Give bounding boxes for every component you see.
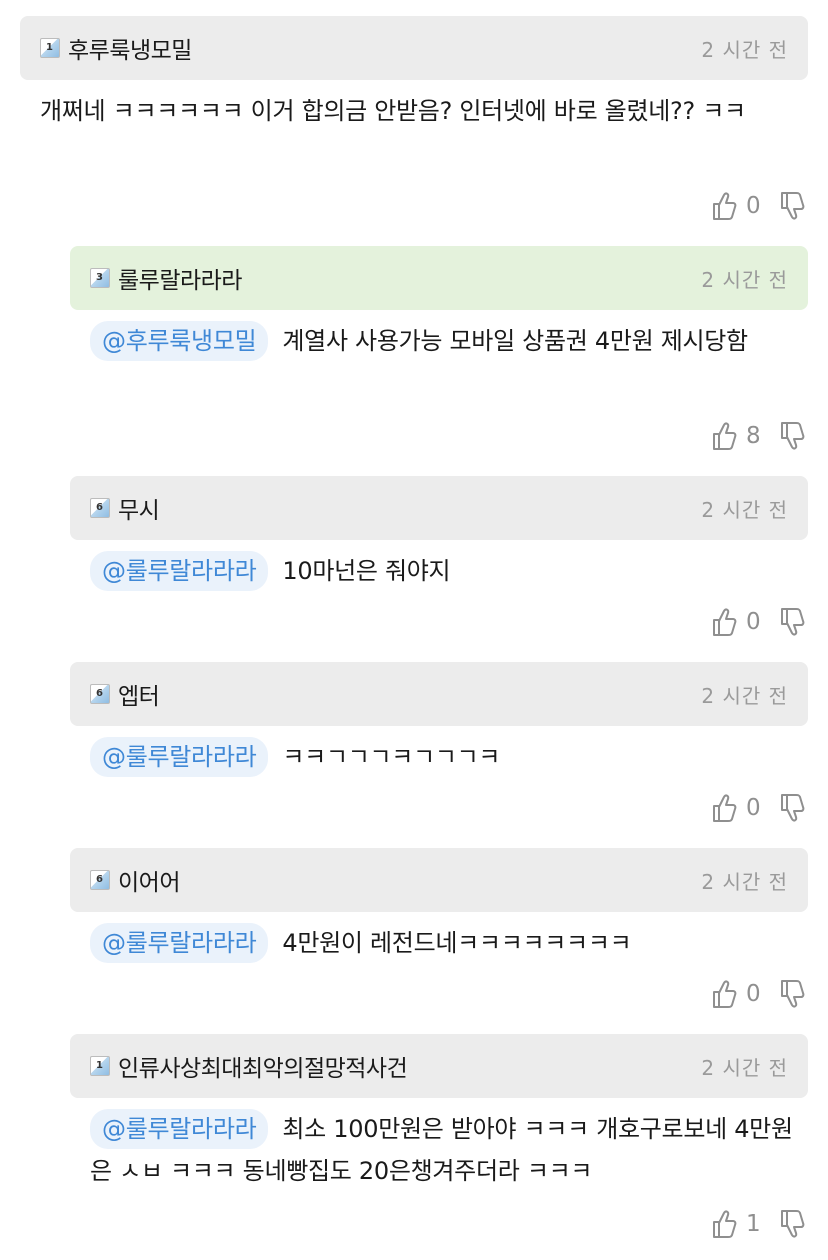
timestamp: 2 시간 전 [701,683,788,708]
timestamp: 2 시간 전 [701,497,788,522]
thumbs-up-icon[interactable] [710,978,738,1010]
timestamp: 2 시간 전 [701,37,788,62]
reply-body: 10마넌은 줘야지 [282,557,451,585]
mention-tag[interactable]: @룰루랄라라라 [90,923,269,963]
reply-text: @후루룩냉모밀 계열사 사용가능 모바일 상품권 4만원 제시당함 [90,320,800,362]
like-count: 0 [746,981,761,1007]
reply-text: @룰루랄라라라 ㅋㅋㄱㄱㄱㅋㄱㄱㄱㅋ [90,736,800,778]
mention-tag[interactable]: @룰루랄라라라 [90,551,269,591]
thumbs-up-icon[interactable] [710,1208,738,1240]
mention-tag[interactable]: @룰루랄라라라 [90,1109,269,1149]
reply-header: 3 룰루랄라라라 2 시간 전 [70,246,808,310]
reply-body: ㅋㅋㄱㄱㄱㅋㄱㄱㄱㅋ [282,743,501,771]
level-badge-icon: 6 [90,498,110,518]
reply-text: @룰루랄라라라 10마넌은 줘야지 [90,550,800,592]
thumbs-up-icon[interactable] [710,420,738,452]
reply-body: 4만원이 레전드네ㅋㅋㅋㅋㅋㅋㅋㅋ [282,929,632,957]
level-badge-icon: 6 [90,684,110,704]
like-count: 1 [746,1211,761,1237]
vote-bar: 0 [710,606,806,638]
like-count: 0 [746,609,761,635]
mention-tag[interactable]: @룰루랄라라라 [90,737,269,777]
thumbs-down-icon[interactable] [778,420,806,452]
thumbs-down-icon[interactable] [778,190,806,222]
level-badge-icon: 3 [90,268,110,288]
comment-header: 1 후루룩냉모밀 2 시간 전 [20,16,808,80]
username[interactable]: 엡터 [118,677,160,711]
vote-bar: 0 [710,978,806,1010]
level-badge-icon: 1 [90,1056,110,1076]
thumbs-down-icon[interactable] [778,1208,806,1240]
vote-bar: 1 [710,1208,806,1240]
like-count: 8 [746,423,761,449]
username[interactable]: 후루룩냉모밀 [68,31,192,65]
thumbs-up-icon[interactable] [710,190,738,222]
vote-bar: 0 [710,792,806,824]
vote-bar: 8 [710,420,806,452]
username[interactable]: 무시 [118,491,160,525]
thumbs-down-icon[interactable] [778,978,806,1010]
reply-header: 6 엡터 2 시간 전 [70,662,808,726]
thumbs-down-icon[interactable] [778,792,806,824]
timestamp: 2 시간 전 [701,1055,788,1080]
vote-bar: 0 [710,190,806,222]
thumbs-down-icon[interactable] [778,606,806,638]
reply-text: @룰루랄라라라 4만원이 레전드네ㅋㅋㅋㅋㅋㅋㅋㅋ [90,922,800,964]
timestamp: 2 시간 전 [701,869,788,894]
comment-text: 개쩌네 ㅋㅋㅋㅋㅋㅋ 이거 합의금 안받음? 인터넷에 바로 올렸네?? ㅋㅋ [40,97,746,125]
timestamp: 2 시간 전 [701,267,788,292]
level-badge-icon: 1 [40,38,60,58]
username[interactable]: 인류사상최대최악의절망적사건 [118,1049,408,1083]
username[interactable]: 이어어 [118,863,180,897]
thumbs-up-icon[interactable] [710,606,738,638]
reply-header: 1 인류사상최대최악의절망적사건 2 시간 전 [70,1034,808,1098]
reply-body: 계열사 사용가능 모바일 상품권 4만원 제시당함 [282,327,748,355]
like-count: 0 [746,193,761,219]
reply-header: 6 이어어 2 시간 전 [70,848,808,912]
mention-tag[interactable]: @후루룩냉모밀 [90,321,269,361]
level-badge-icon: 6 [90,870,110,890]
like-count: 0 [746,795,761,821]
thumbs-up-icon[interactable] [710,792,738,824]
reply-header: 6 무시 2 시간 전 [70,476,808,540]
reply-text: @룰루랄라라라 최소 100만원은 받아야 ㅋㅋㅋ 개호구로보네 4만원은 ㅅㅂ … [90,1108,800,1192]
username[interactable]: 룰루랄라라라 [118,261,242,295]
